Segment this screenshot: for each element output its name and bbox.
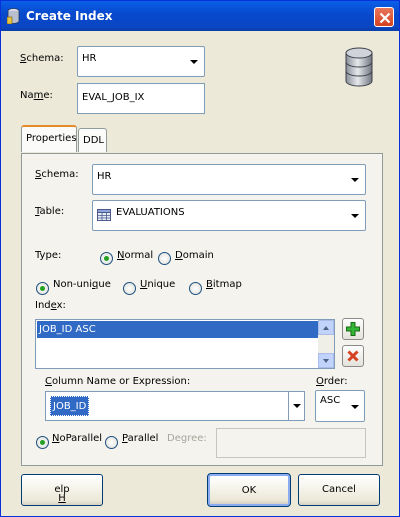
noparallel-label[interactable]: NoParallel <box>52 433 102 444</box>
ok-button-label: OK <box>241 485 257 496</box>
window-title: Create Index <box>26 9 113 23</box>
add-icon <box>346 322 360 336</box>
chevron-down-icon <box>351 214 359 218</box>
chevron-down-icon <box>351 178 359 182</box>
help-button[interactable]: Help <box>21 474 103 506</box>
create-index-dialog: Create Index Schema: HR Name: EVAL_JOB_I… <box>0 0 400 517</box>
name-value: EVAL_JOB_IX <box>82 92 145 103</box>
index-list[interactable]: JOB_ID ASC <box>35 319 335 369</box>
close-button[interactable] <box>374 7 394 27</box>
order-combobox[interactable]: ASC <box>315 390 365 422</box>
unique-radio[interactable] <box>123 282 136 295</box>
scroll-down-button[interactable] <box>318 353 334 368</box>
index-label: Index: <box>35 300 66 311</box>
remove-column-button[interactable] <box>342 345 364 367</box>
order-value: ASC <box>320 395 341 406</box>
properties-schema-value: HR <box>97 171 112 182</box>
name-label: Name: <box>20 90 53 101</box>
unique-label[interactable]: Unique <box>140 279 175 290</box>
cancel-button[interactable]: Cancel <box>298 474 380 506</box>
parallel-label[interactable]: Parallel <box>122 433 158 444</box>
type-domain-radio[interactable] <box>158 252 171 265</box>
properties-schema-label: Schema: <box>35 169 79 180</box>
nonunique-radio[interactable] <box>36 282 49 295</box>
schema-combobox[interactable]: HR <box>77 46 205 77</box>
index-list-scrollbar[interactable] <box>318 320 334 368</box>
add-column-button[interactable] <box>342 318 364 340</box>
database-icon <box>7 8 20 24</box>
tab-properties-label: Properties <box>26 133 77 144</box>
close-icon <box>379 12 391 24</box>
table-icon <box>97 209 111 221</box>
column-expression-value: JOB_ID <box>50 396 90 416</box>
type-label: Type: <box>35 250 62 261</box>
ok-button[interactable]: OK <box>207 473 291 507</box>
table-value: EVALUATIONS <box>116 207 185 218</box>
type-normal-radio[interactable] <box>100 252 113 265</box>
tab-properties[interactable]: Properties <box>21 125 77 152</box>
table-combobox[interactable]: EVALUATIONS <box>92 200 366 231</box>
remove-icon <box>347 350 359 362</box>
type-normal-label[interactable]: Normal <box>117 250 153 261</box>
schema-label-text: chema: <box>26 53 64 64</box>
chevron-down-icon <box>351 405 359 409</box>
tab-ddl-label: DDL <box>83 135 104 146</box>
schema-value: HR <box>82 53 97 64</box>
title-bar[interactable]: Create Index <box>1 1 399 31</box>
scroll-up-button[interactable] <box>318 320 334 335</box>
chevron-down-icon <box>190 60 198 64</box>
order-label: Order: <box>316 376 348 387</box>
chevron-down-icon <box>323 359 329 363</box>
bitmap-radio[interactable] <box>189 282 202 295</box>
index-item-text: JOB_ID ASC <box>39 324 96 335</box>
bitmap-label[interactable]: Bitmap <box>206 279 242 290</box>
chevron-up-icon <box>323 326 329 330</box>
chevron-down-icon <box>293 404 301 408</box>
list-item[interactable]: JOB_ID ASC <box>37 321 319 338</box>
database-icon <box>345 47 373 87</box>
degree-label: Degree: <box>167 433 207 444</box>
table-label: Table: <box>35 206 65 217</box>
degree-field <box>216 428 366 458</box>
column-expression-field[interactable]: JOB_ID <box>45 391 305 421</box>
tab-ddl[interactable]: DDL <box>78 128 107 152</box>
column-expression-label: Column Name or Expression: <box>45 376 191 387</box>
help-button-label: Help <box>54 484 70 504</box>
schema-label: Schema: <box>20 53 64 64</box>
noparallel-radio[interactable] <box>36 436 49 449</box>
properties-schema-combobox[interactable]: HR <box>92 164 366 195</box>
column-expression-dropdown[interactable] <box>288 392 304 420</box>
cancel-button-label: Cancel <box>322 484 356 495</box>
type-domain-label[interactable]: Domain <box>175 250 214 261</box>
nonunique-label[interactable]: Non-unique <box>53 279 111 290</box>
name-field[interactable]: EVAL_JOB_IX <box>77 83 205 114</box>
parallel-radio[interactable] <box>105 436 118 449</box>
